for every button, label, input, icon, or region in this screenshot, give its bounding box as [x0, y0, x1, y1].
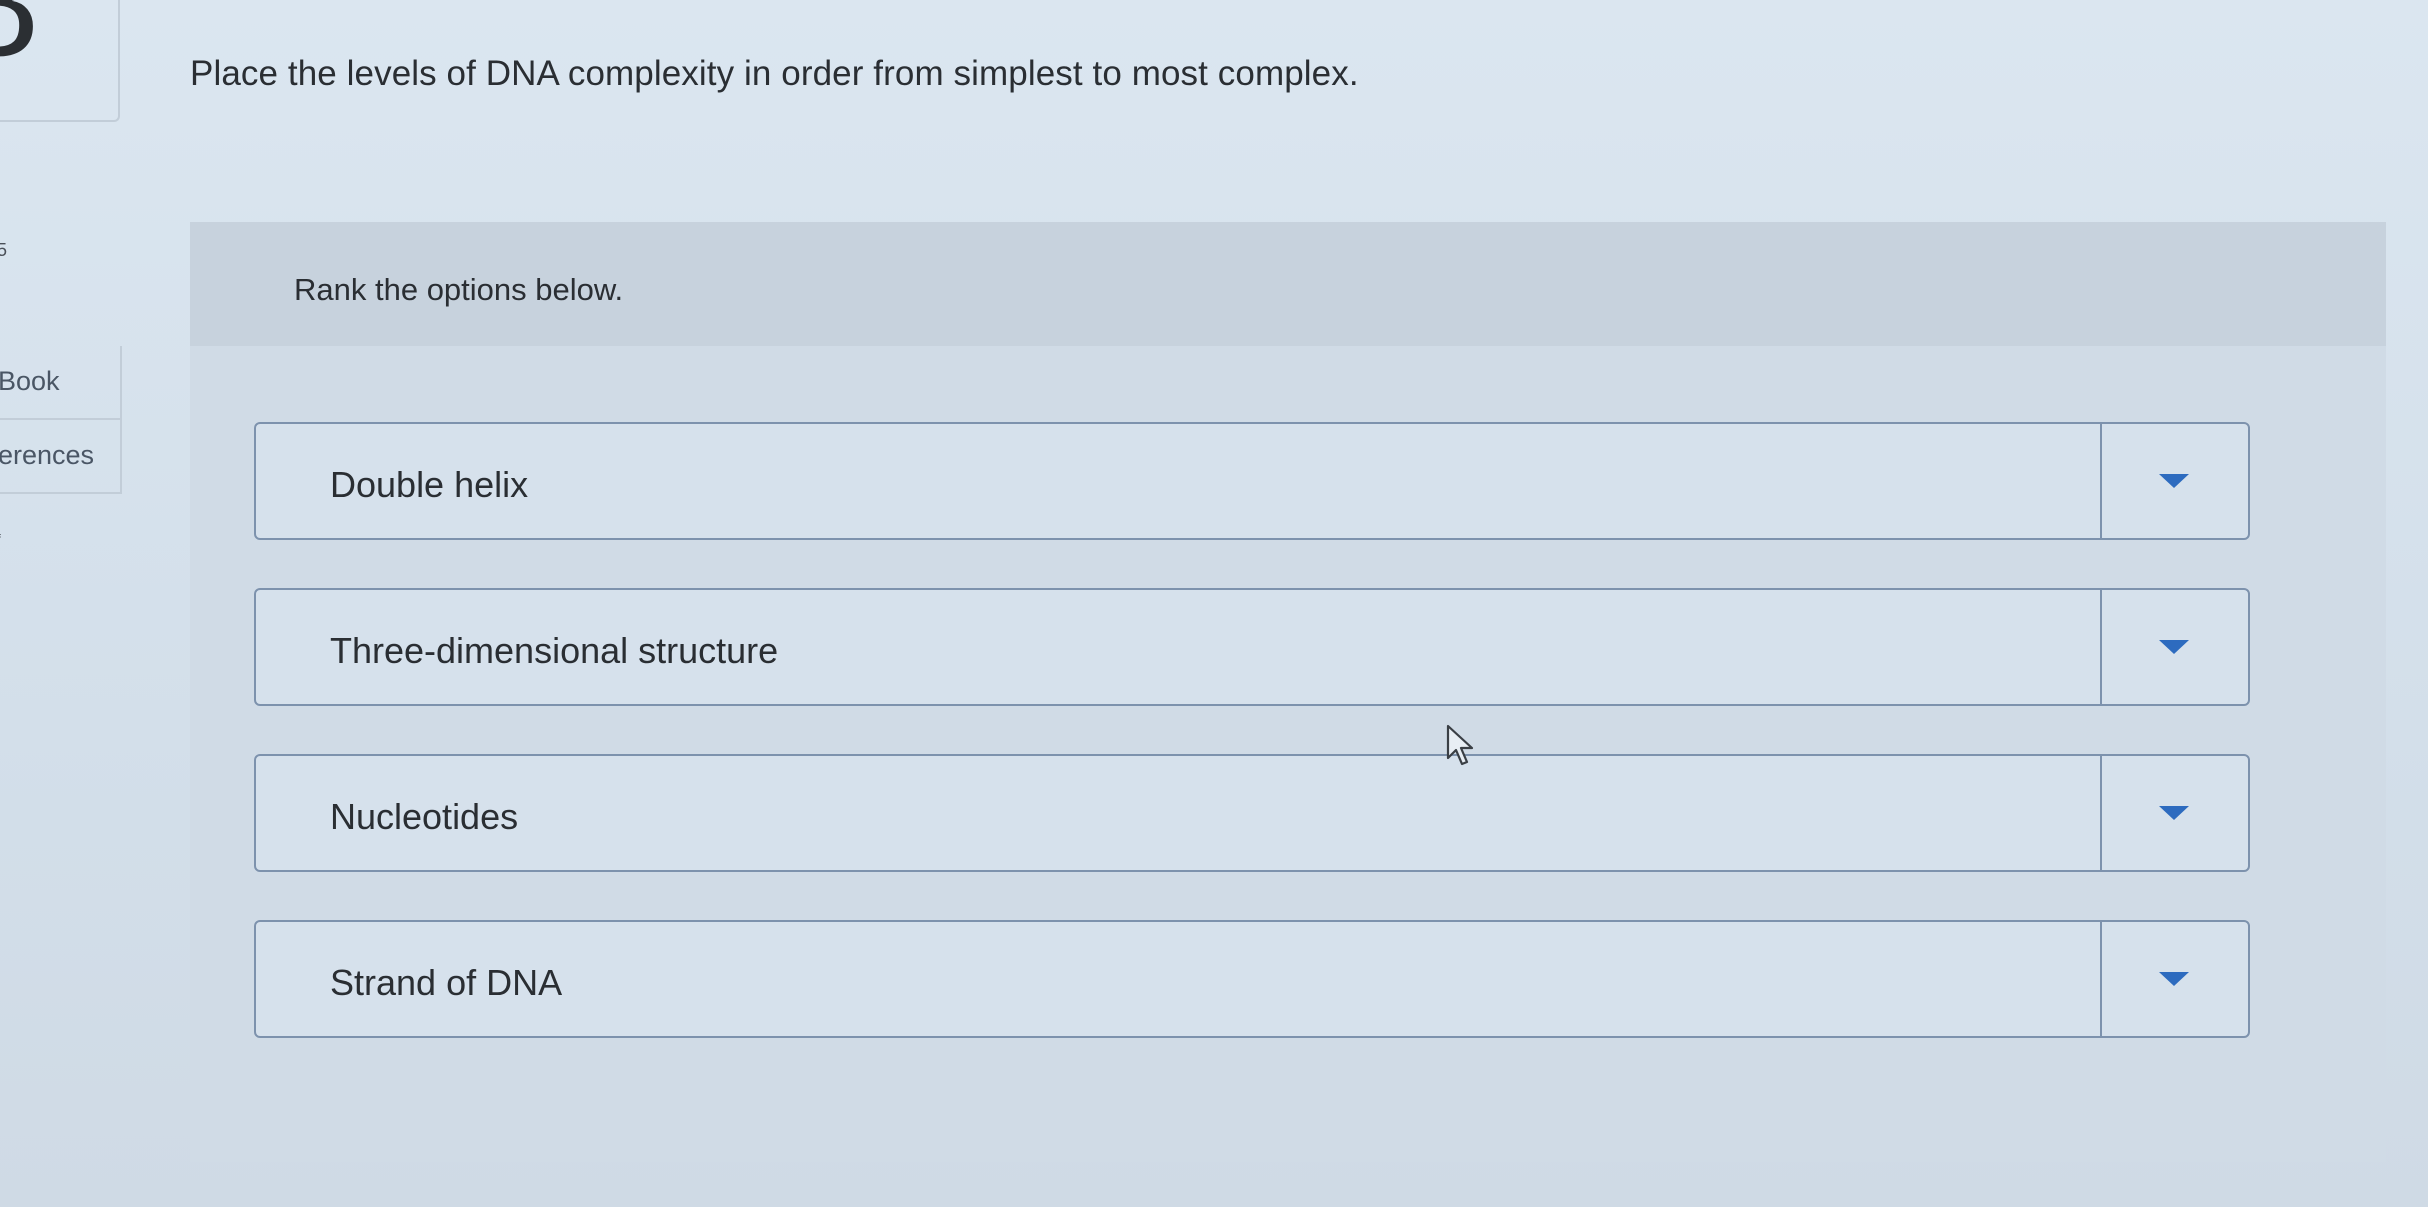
- question-number: 8: [0, 0, 39, 78]
- caret-down-icon: [2159, 806, 2189, 820]
- rank-option[interactable]: Three-dimensional structure: [254, 588, 2250, 706]
- rank-dropdown-button[interactable]: [2102, 756, 2248, 870]
- screen: 8 5 Book erences ʿ Place the levels of D…: [0, 0, 2428, 1207]
- rank-option[interactable]: Strand of DNA: [254, 920, 2250, 1038]
- rank-dropdown-button[interactable]: [2102, 922, 2248, 1036]
- caret-down-icon: [2159, 972, 2189, 986]
- rank-option-label: Nucleotides: [330, 796, 519, 837]
- rank-option-label: Three-dimensional structure: [330, 630, 779, 671]
- question-prompt: Place the levels of DNA complexity in or…: [190, 54, 1359, 93]
- sidebar-item-ebook[interactable]: Book: [0, 346, 122, 420]
- sidebar-fragment-top: 5: [0, 240, 8, 260]
- mouse-cursor-icon: [1446, 724, 1474, 766]
- question-number-box: 8: [0, 0, 120, 122]
- rank-option[interactable]: Nucleotides: [254, 754, 2250, 872]
- rank-panel-header: Rank the options below.: [190, 222, 2386, 346]
- rank-instruction: Rank the options below.: [294, 272, 624, 307]
- caret-down-icon: [2159, 474, 2189, 488]
- rank-dropdown-button[interactable]: [2102, 424, 2248, 538]
- sidebar-fragment-bottom: ʿ: [0, 532, 3, 553]
- rank-option-label: Strand of DNA: [330, 962, 563, 1003]
- rank-option[interactable]: Double helix: [254, 422, 2250, 540]
- sidebar-item-references[interactable]: erences: [0, 420, 122, 494]
- sidebar-item-ebook-label: Book: [0, 366, 60, 396]
- rank-dropdown-button[interactable]: [2102, 590, 2248, 704]
- rank-option-label: Double helix: [330, 464, 529, 505]
- sidebar-item-references-label: erences: [0, 440, 95, 470]
- caret-down-icon: [2159, 640, 2189, 654]
